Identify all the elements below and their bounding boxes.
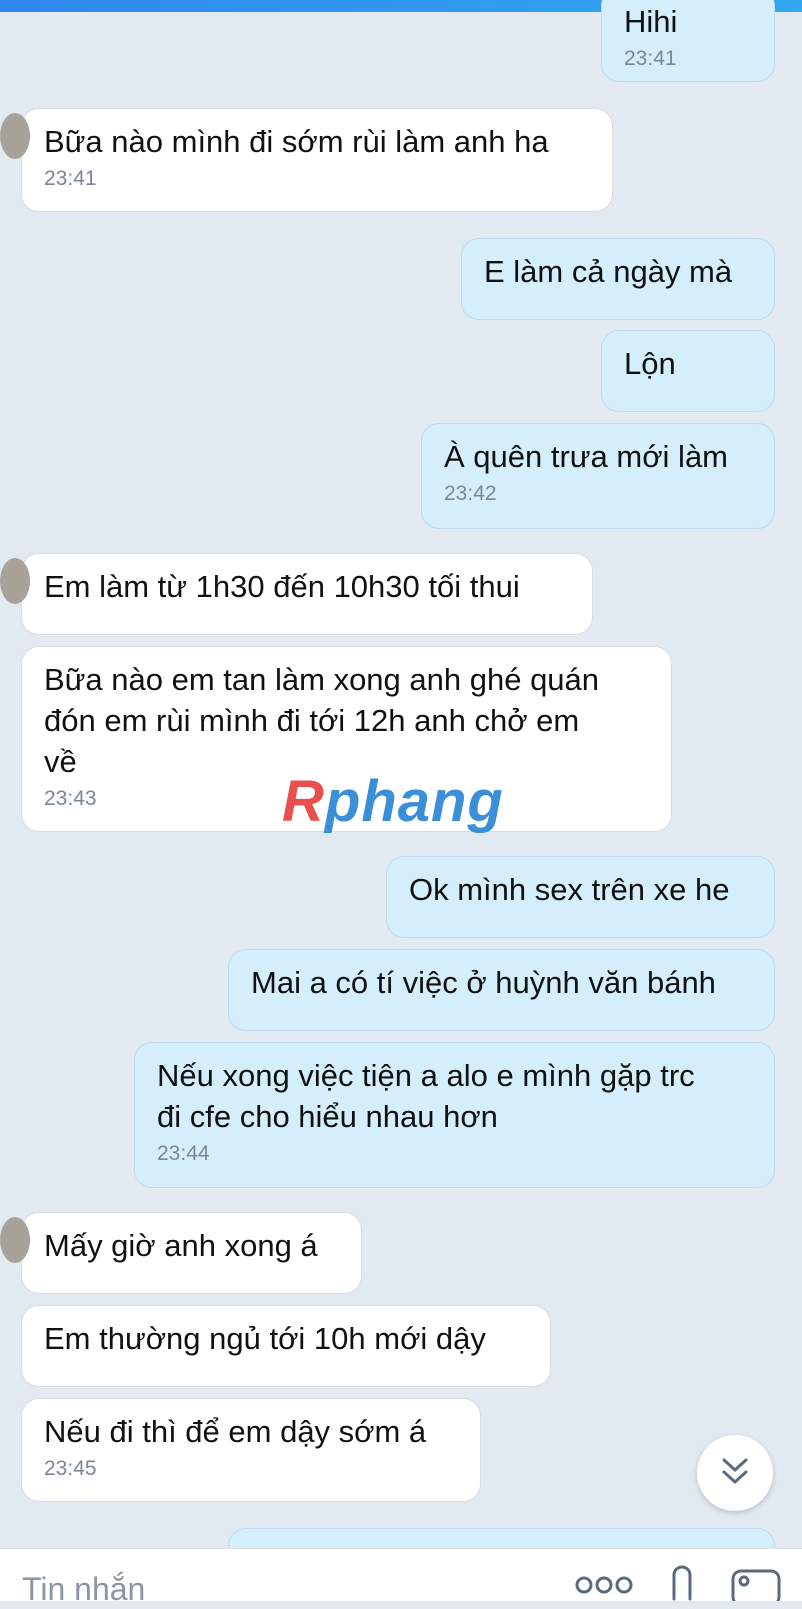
message-text: Hihi bbox=[624, 4, 678, 39]
message-timestamp: 23:42 bbox=[444, 482, 497, 505]
message-bubble-incoming[interactable]: Em làm từ 1h30 đến 10h30 tối thui bbox=[0, 553, 593, 635]
message-bubble-outgoing[interactable]: Lộn bbox=[601, 330, 775, 412]
scroll-to-bottom-button[interactable] bbox=[697, 1435, 773, 1511]
message-text: Lộn bbox=[624, 346, 676, 381]
message-bubble-incoming[interactable]: Bữa nào mình đi sớm rùi làm anh ha 23:41 bbox=[0, 108, 613, 212]
message-timestamp: 23:41 bbox=[624, 47, 677, 70]
message-input[interactable]: Tin nhắn bbox=[22, 1569, 145, 1609]
message-timestamp: 23:45 bbox=[44, 1457, 97, 1480]
message-text: Mai a có tí việc ở huỳnh văn bánh bbox=[251, 965, 716, 1000]
watermark-part2: phang bbox=[324, 769, 504, 834]
message-text: Em thường ngủ tới 10h mới dậy bbox=[44, 1321, 486, 1356]
message-bubble-incoming[interactable]: Nếu đi thì để em dậy sớm á 23:45 bbox=[21, 1398, 481, 1502]
message-text: Em làm từ 1h30 đến 10h30 tối thui bbox=[44, 569, 520, 604]
message-text: Bữa nào mình đi sớm rùi làm anh ha bbox=[44, 124, 549, 159]
message-bubble-outgoing[interactable]: Ok mình sex trên xe he bbox=[386, 856, 775, 938]
message-text: Ok mình sex trên xe he bbox=[409, 872, 730, 907]
message-bubble-outgoing[interactable]: Mai a có tí việc ở huỳnh văn bánh bbox=[228, 949, 775, 1031]
message-bubble-outgoing[interactable]: Nếu xong việc tiện a alo e mình gặp trc … bbox=[134, 1042, 775, 1188]
message-text-line: Nếu xong việc tiện a alo e mình gặp trc bbox=[157, 1058, 695, 1093]
message-text-line: đón em rùi mình đi tới 12h anh chở em bbox=[44, 703, 580, 738]
message-composer: Tin nhắn bbox=[0, 1548, 802, 1607]
message-bubble-incoming[interactable]: Em thường ngủ tới 10h mới dậy bbox=[21, 1305, 551, 1387]
message-text-line: Bữa nào em tan làm xong anh ghé quán bbox=[44, 662, 600, 697]
message-text: Mấy giờ anh xong á bbox=[44, 1228, 318, 1263]
double-chevron-down-icon bbox=[718, 1454, 752, 1493]
message-bubble-outgoing[interactable]: E làm cả ngày mà bbox=[461, 238, 775, 320]
message-bubble-outgoing[interactable]: À quên trưa mới làm 23:42 bbox=[421, 423, 775, 529]
sender-avatar[interactable] bbox=[0, 1217, 30, 1263]
watermark-logo: Rphang bbox=[282, 768, 504, 835]
message-text-line: đi cfe cho hiểu nhau hơn bbox=[157, 1099, 498, 1134]
message-text: Nếu đi thì để em dậy sớm á bbox=[44, 1414, 427, 1449]
message-bubble-incoming[interactable]: Mấy giờ anh xong á bbox=[0, 1212, 362, 1294]
watermark-part1: R bbox=[282, 769, 325, 834]
message-text: E làm cả ngày mà bbox=[484, 254, 733, 289]
message-timestamp: 23:44 bbox=[157, 1142, 210, 1165]
sender-avatar[interactable] bbox=[0, 113, 30, 159]
sender-avatar[interactable] bbox=[0, 558, 30, 604]
message-timestamp: 23:41 bbox=[44, 167, 97, 190]
message-text: À quên trưa mới làm bbox=[444, 439, 729, 474]
message-bubble-outgoing[interactable]: Hihi 23:41 bbox=[601, 0, 775, 82]
